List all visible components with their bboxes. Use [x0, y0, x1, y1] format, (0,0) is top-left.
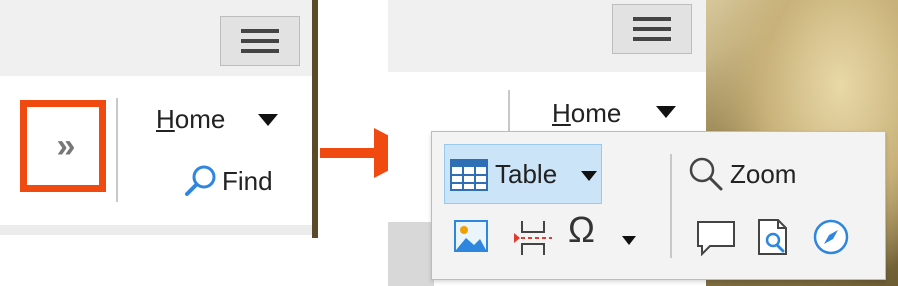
zoom-label: Zoom [730, 158, 797, 189]
table-grid-icon [450, 159, 488, 191]
table-label: Table [495, 159, 558, 189]
special-character-dropdown-caret-icon[interactable] [622, 236, 636, 245]
table-button[interactable]: Table [444, 144, 602, 204]
page-break-button[interactable] [514, 220, 552, 261]
document-search-icon [758, 219, 787, 255]
hamburger-icon [633, 16, 671, 42]
popup-divider [670, 154, 672, 258]
document-search-button[interactable] [756, 218, 792, 261]
zoom-button[interactable]: Zoom [688, 156, 796, 192]
image-icon [454, 220, 488, 252]
hamburger-icon [241, 28, 279, 54]
find-button[interactable]: Find [184, 164, 273, 198]
toolbar-divider [508, 90, 510, 134]
home-button[interactable]: Home [156, 104, 225, 135]
home-dropdown-caret-icon[interactable] [656, 106, 676, 118]
double-chevron-icon: » [56, 127, 76, 165]
search-icon [185, 165, 216, 196]
table-dropdown-caret-icon[interactable] [581, 171, 597, 181]
overflow-button-highlight[interactable]: » [20, 100, 106, 192]
right-bottom-strip [388, 222, 434, 286]
toolbar-divider [116, 98, 118, 202]
overflow-popup-menu: Table Zoom Ω [431, 131, 886, 280]
right-menu-button[interactable] [612, 4, 692, 54]
compass-icon [813, 219, 849, 255]
special-character-icon: Ω [568, 209, 595, 250]
left-menu-button[interactable] [220, 16, 300, 66]
left-toolbar-panel: » Home Find [0, 0, 318, 238]
comment-icon [697, 221, 735, 257]
left-bottom-strip [0, 225, 318, 235]
home-dropdown-caret-icon[interactable] [258, 114, 278, 126]
page-break-icon [514, 221, 552, 255]
navigator-button[interactable] [812, 218, 850, 261]
left-panel-edge [312, 0, 318, 238]
special-character-button[interactable]: Ω [568, 212, 595, 248]
magnifier-icon [689, 157, 723, 191]
find-label: Find [222, 165, 273, 196]
comment-button[interactable] [696, 220, 736, 261]
insert-image-button[interactable] [454, 220, 488, 257]
home-button[interactable]: Home [552, 98, 621, 129]
